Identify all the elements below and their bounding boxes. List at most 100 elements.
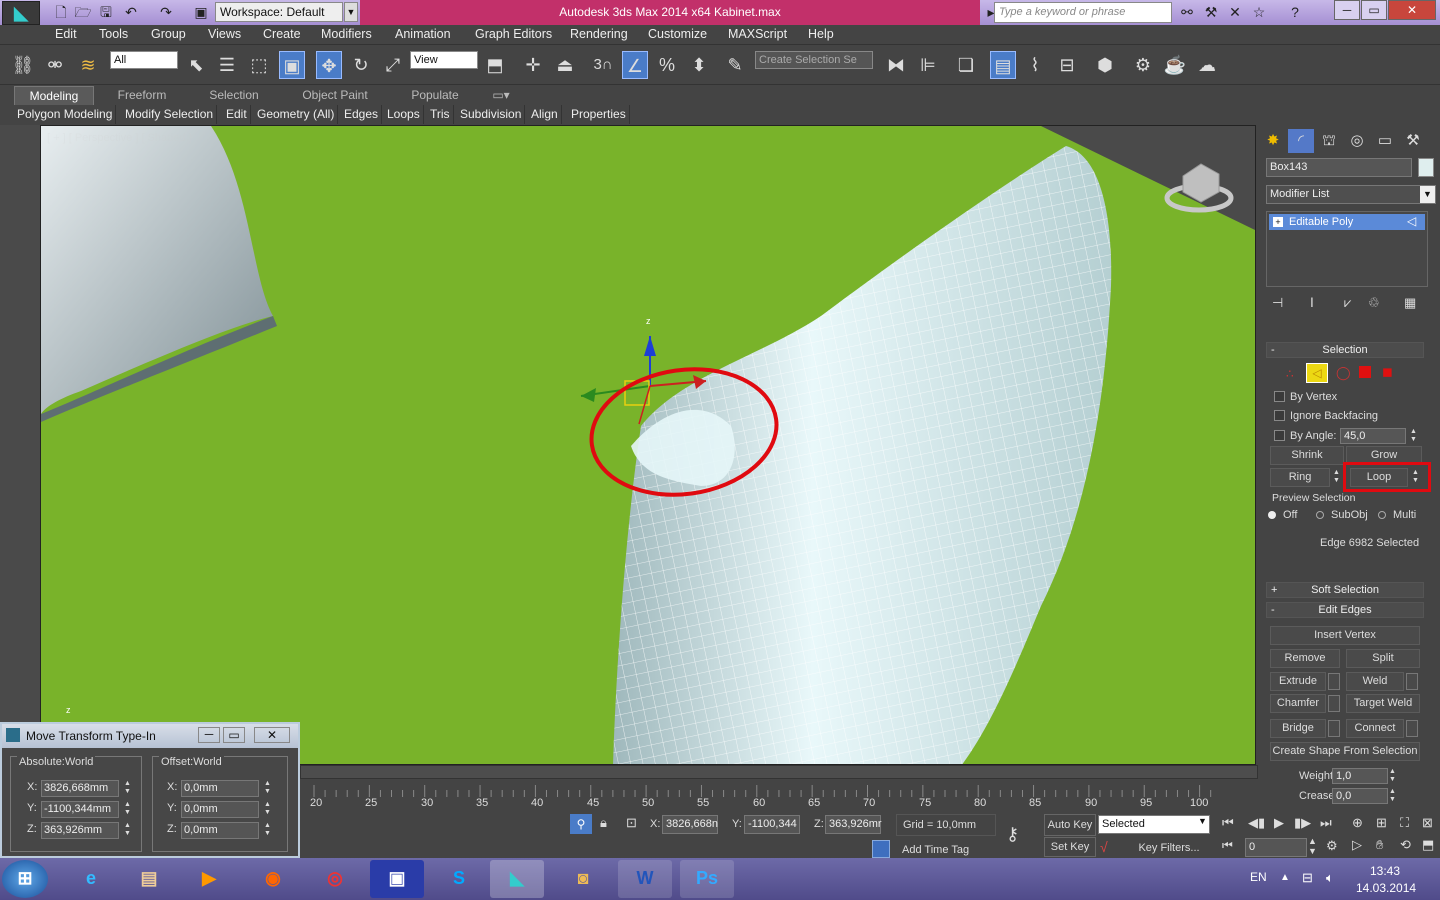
selection-filter-select[interactable]: All (110, 51, 178, 69)
stack-light-icon[interactable]: ◁ (1407, 214, 1416, 228)
auto-key-button[interactable]: Auto Key (1044, 814, 1096, 836)
chrome-icon[interactable]: ◎ (308, 860, 362, 898)
preview-subobj-radio[interactable] (1316, 511, 1324, 519)
track-bar[interactable]: 20 25 30 35 40 45 50 55 60 65 70 75 80 8… (300, 783, 1220, 809)
window-crossing-icon[interactable]: ▣ (279, 51, 305, 79)
perspective-viewport[interactable]: z z [ + ] [ Perspective ] [ Shaded ] (40, 125, 1256, 765)
help-icon[interactable]: ? (1284, 2, 1306, 22)
selection-rollout-header[interactable]: - Selection (1266, 342, 1424, 358)
abs-z-spinner[interactable]: ▲ ▼ (123, 822, 132, 839)
clock-date[interactable]: 14.03.2014 (1356, 881, 1416, 895)
offset-z-spinner[interactable]: ▲ ▼ (263, 822, 272, 839)
extrude-settings-icon[interactable] (1328, 673, 1340, 690)
link-icon[interactable]: ⛓ (10, 51, 36, 79)
dialog-minimize-button[interactable]: ─ (198, 727, 220, 743)
photoshop-icon[interactable]: Ps (680, 860, 734, 898)
time-configuration-icon[interactable]: ⚙ (1326, 838, 1338, 854)
select-object-icon[interactable]: ⬉ (183, 51, 209, 79)
angle-input[interactable]: 45,0 (1340, 428, 1406, 444)
key-filters-button[interactable]: Key Filters... (1130, 839, 1208, 857)
ribbon-properties[interactable]: Properties (568, 105, 630, 124)
target-weld-button[interactable]: Target Weld (1346, 694, 1420, 713)
dialog-close-button[interactable]: ✕ (254, 727, 290, 743)
ribbon-tab-modeling[interactable]: Modeling (14, 86, 94, 105)
menu-rendering[interactable]: Rendering (570, 27, 628, 41)
menu-animation[interactable]: Animation (395, 27, 451, 41)
select-and-move-icon[interactable]: ✥ (316, 51, 342, 79)
motion-tab-icon[interactable]: ◎ (1344, 129, 1370, 153)
bridge-settings-icon[interactable] (1328, 720, 1340, 737)
menu-modifiers[interactable]: Modifiers (321, 27, 372, 41)
weight-input[interactable]: 1,0 (1332, 768, 1388, 784)
rendered-frame-window-icon[interactable]: ☕ (1162, 51, 1188, 79)
menu-views[interactable]: Views (208, 27, 241, 41)
schematic-view-icon[interactable]: ⊟ (1054, 51, 1080, 79)
abs-x-spinner[interactable]: ▲ ▼ (123, 780, 132, 797)
edge-mode-icon[interactable]: ◁ (1306, 363, 1328, 383)
ribbon-tab-selection[interactable]: Selection (196, 86, 272, 105)
play-icon[interactable]: ▶ (1274, 815, 1284, 831)
modify-tab-icon[interactable]: ◜ (1288, 129, 1314, 153)
x-coord-field[interactable]: 3826,668n (662, 815, 718, 834)
viewport-label[interactable]: [ + ] [ Perspective ] [ Shaded ] (47, 132, 192, 144)
time-slider[interactable] (300, 765, 1258, 779)
weld-settings-icon[interactable] (1406, 673, 1418, 690)
select-and-scale-icon[interactable]: ⤢ (380, 51, 406, 79)
clock-time[interactable]: 13:43 (1370, 864, 1400, 878)
network-icon[interactable]: ⊟ (1302, 870, 1313, 886)
menu-tools[interactable]: Tools (99, 27, 128, 41)
project-folder-icon[interactable]: ▣ (190, 2, 212, 22)
select-by-name-icon[interactable]: ☰ (214, 51, 240, 79)
zoom-all-icon[interactable]: ⊞ (1376, 815, 1387, 831)
rectangular-selection-icon[interactable]: ⬚ (246, 51, 272, 79)
maximize-viewport-icon[interactable]: ⬒ (1422, 837, 1434, 853)
abs-x-input[interactable]: 3826,668mm (41, 780, 119, 797)
media-player-icon[interactable]: ▶ (182, 860, 236, 898)
weld-button[interactable]: Weld (1346, 672, 1404, 691)
polygon-mode-icon[interactable] (1359, 366, 1371, 378)
ring-spinner[interactable]: ▲ ▼ (1332, 469, 1341, 486)
isolate-selection-icon[interactable]: ⚲ (570, 814, 592, 834)
orbit-icon[interactable]: ⟲ (1400, 837, 1411, 853)
menu-graph-editors[interactable]: Graph Editors (475, 27, 552, 41)
edit-named-selection-icon[interactable]: ✎ (722, 51, 748, 79)
crease-input[interactable]: 0,0 (1332, 788, 1388, 804)
pivot-center-icon[interactable]: ⬒ (482, 51, 508, 79)
set-key-button[interactable]: Set Key (1044, 837, 1096, 857)
reference-coordinate-select[interactable]: View (410, 51, 478, 69)
connect-settings-icon[interactable] (1406, 720, 1418, 737)
edit-edges-rollout-header[interactable]: - Edit Edges (1266, 602, 1424, 618)
ribbon-tab-freeform[interactable]: Freeform (104, 86, 180, 105)
key-selection-dropdown-icon[interactable]: ▼ (1198, 816, 1207, 826)
preview-off-radio[interactable] (1268, 511, 1276, 519)
search-input[interactable]: Type a keyword or phrase (994, 2, 1172, 23)
ribbon-subdivision[interactable]: Subdivision (457, 105, 526, 124)
snaps-toggle-icon[interactable]: 3∩ (590, 51, 616, 79)
key-selection-set-select[interactable]: Selected (1098, 815, 1210, 834)
angle-snap-icon[interactable]: ∠ (622, 51, 648, 79)
dialog-maximize-button[interactable]: ▭ (223, 727, 245, 743)
default-tangents-icon[interactable]: √ (1100, 839, 1108, 855)
offset-y-input[interactable]: 0,0mm (181, 801, 259, 818)
start-button[interactable]: ⊞ (2, 860, 48, 898)
zoom-extents-icon[interactable]: ⛶ (1400, 815, 1409, 831)
field-of-view-icon[interactable]: ▷ (1352, 837, 1362, 853)
abs-z-input[interactable]: 363,926mm (41, 822, 119, 839)
object-color-swatch[interactable] (1418, 158, 1434, 177)
weight-spinner[interactable]: ▲ ▼ (1388, 768, 1397, 785)
menu-maxscript[interactable]: MAXScript (728, 27, 787, 41)
by-vertex-checkbox[interactable] (1274, 391, 1285, 402)
language-indicator[interactable]: EN (1250, 870, 1267, 884)
menu-create[interactable]: Create (263, 27, 301, 41)
modifier-list-dropdown-icon[interactable]: ▼ (1420, 186, 1435, 203)
skype-icon[interactable]: S (432, 860, 486, 898)
pan-view-icon[interactable]: ✋︎ (1376, 837, 1383, 853)
ribbon-modify-selection[interactable]: Modify Selection (122, 105, 218, 124)
select-and-rotate-icon[interactable]: ↻ (348, 51, 374, 79)
soft-selection-rollout-header[interactable]: + Soft Selection (1266, 582, 1424, 598)
absolute-mode-icon[interactable]: ⊡ (626, 815, 637, 831)
file-explorer-icon[interactable]: ▤ (122, 860, 176, 898)
graphite-tools-icon[interactable]: ▤ (990, 51, 1016, 79)
ribbon-geometry[interactable]: Geometry (All) (254, 105, 339, 124)
insert-vertex-button[interactable]: Insert Vertex (1270, 626, 1420, 645)
